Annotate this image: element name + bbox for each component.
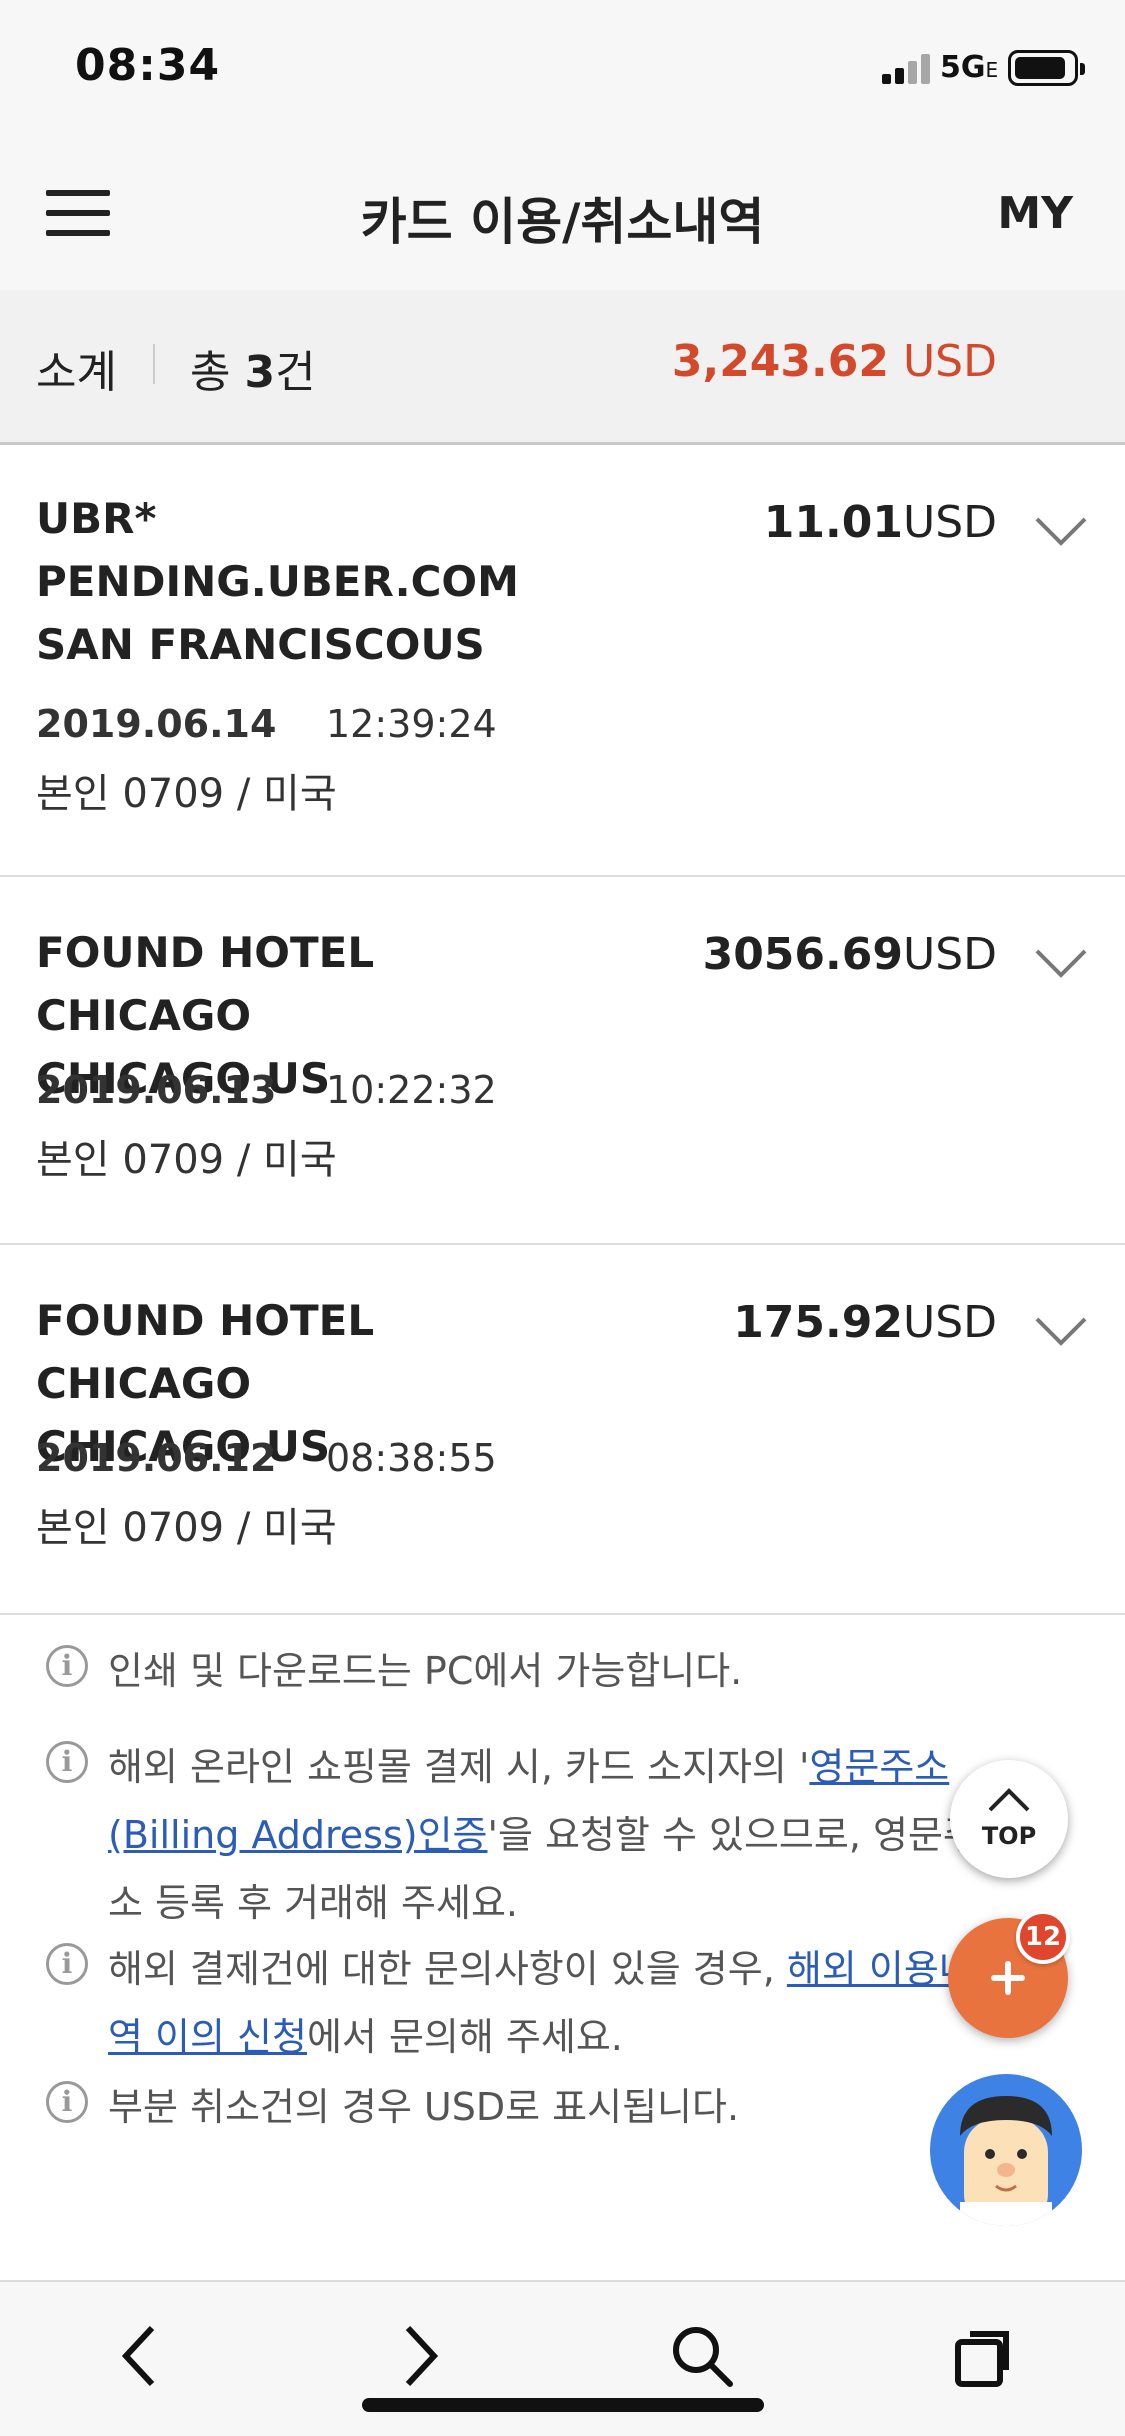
transaction-item[interactable]: FOUND HOTEL CHICAGO CHICAGO US 2019.06.1… — [0, 877, 1125, 1245]
battery-icon — [1008, 50, 1085, 86]
card-holder-info: 본인 0709 / 미국 — [36, 1505, 337, 1551]
transaction-item[interactable]: FOUND HOTEL CHICAGO CHICAGO US 2019.06.1… — [0, 1245, 1125, 1615]
notification-badge: 12 — [1016, 1910, 1070, 1964]
summary-count: 총 3건 — [190, 347, 316, 398]
info-icon — [46, 1943, 88, 1985]
back-arrow-icon[interactable] — [100, 2316, 180, 2396]
notice-item: 인쇄 및 다운로드는 PC에서 가능합니다. — [46, 1637, 1006, 1705]
my-button[interactable]: MY — [997, 188, 1073, 239]
summary-label: 소계 — [36, 347, 117, 398]
transaction-time: 12:39:24 — [326, 702, 497, 746]
app-header: 카드 이용/취소내역 MY — [0, 140, 1125, 290]
summary-total: 3,243.62 USD — [671, 336, 997, 387]
notice-text: 해외 결제건에 대한 문의사항이 있을 경우, 해외 이용내역 이의 신청에서 … — [108, 1947, 974, 2059]
chatbot-character-icon — [960, 2096, 1052, 2226]
summary-bar: 소계 총 3건 3,243.62 USD — [0, 290, 1125, 445]
divider — [153, 344, 155, 384]
merchant-name: UBR* PENDING.UBER.COM SAN FRANCISCOUS — [36, 494, 519, 669]
top-label: TOP — [981, 1822, 1037, 1850]
info-icon — [46, 2081, 88, 2123]
transaction-time: 08:38:55 — [326, 1436, 497, 1480]
status-bar: 08:34 5GE — [0, 0, 1125, 140]
transaction-date: 2019.06.12 — [36, 1436, 277, 1480]
chevron-up-icon — [988, 1788, 1030, 1812]
scroll-top-button[interactable]: TOP — [950, 1760, 1068, 1878]
browser-toolbar — [0, 2280, 1125, 2436]
chatbot-avatar-button[interactable] — [930, 2074, 1082, 2226]
notice-text: 부분 취소건의 경우 USD로 표시됩니다. — [108, 2085, 740, 2129]
page-title: 카드 이용/취소내역 — [360, 193, 765, 251]
signal-icon — [882, 54, 938, 84]
card-holder-info: 본인 0709 / 미국 — [36, 1137, 337, 1183]
chevron-down-icon[interactable] — [1033, 511, 1089, 551]
transaction-item[interactable]: UBR* PENDING.UBER.COM SAN FRANCISCOUS 20… — [0, 445, 1125, 877]
status-time: 08:34 — [75, 40, 221, 91]
transaction-date: 2019.06.14 — [36, 702, 277, 746]
notice-item: 해외 온라인 쇼핑몰 결제 시, 카드 소지자의 '영문주소(Billing A… — [46, 1733, 1006, 1937]
home-indicator — [362, 2398, 764, 2412]
notice-item: 해외 결제건에 대한 문의사항이 있을 경우, 해외 이용내역 이의 신청에서 … — [46, 1935, 1006, 2071]
transaction-time: 10:22:32 — [326, 1068, 497, 1112]
transaction-amount: 175.92USD — [733, 1297, 997, 1348]
card-holder-info: 본인 0709 / 미국 — [36, 771, 337, 817]
notice-text: 해외 온라인 쇼핑몰 결제 시, 카드 소지자의 '영문주소(Billing A… — [108, 1745, 978, 1925]
tabs-icon[interactable] — [944, 2316, 1024, 2396]
notice-text: 인쇄 및 다운로드는 PC에서 가능합니다. — [108, 1649, 743, 1693]
search-icon[interactable] — [662, 2316, 742, 2396]
transaction-amount: 3056.69USD — [702, 929, 997, 980]
chevron-down-icon[interactable] — [1033, 1311, 1089, 1351]
info-icon — [46, 1741, 88, 1783]
notice-item: 부분 취소건의 경우 USD로 표시됩니다. — [46, 2073, 1006, 2141]
network-indicator: 5GE — [940, 50, 999, 85]
transaction-amount: 11.01USD — [763, 497, 997, 548]
transaction-date: 2019.06.13 — [36, 1068, 277, 1112]
chevron-down-icon[interactable] — [1033, 943, 1089, 983]
info-icon — [46, 1645, 88, 1687]
forward-arrow-icon[interactable] — [380, 2316, 460, 2396]
